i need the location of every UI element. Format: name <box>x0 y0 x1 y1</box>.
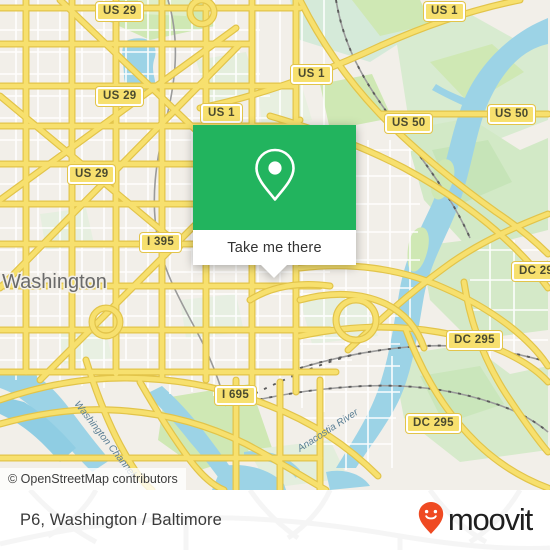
footer-bar: P6, Washington / Baltimore moovit <box>0 490 550 550</box>
road-shield-label: DC 295 <box>519 265 550 277</box>
road-shield-label: DC 295 <box>454 334 495 346</box>
road-shield: US 29 <box>96 87 144 106</box>
map-pin-icon <box>253 147 297 208</box>
take-me-there-button[interactable]: Take me there <box>193 230 356 265</box>
page-title: P6, Washington / Baltimore <box>20 510 222 529</box>
road-shield: I 695 <box>215 386 257 405</box>
road-shield: DC 295 <box>447 331 502 350</box>
road-shield: DC 295 <box>512 262 550 281</box>
take-me-there-label: Take me there <box>227 239 322 256</box>
road-shield-label: I 395 <box>147 236 175 248</box>
road-shield: US 1 <box>424 2 465 21</box>
moovit-logo[interactable]: moovit <box>418 501 533 540</box>
road-shield: I 395 <box>140 233 182 252</box>
road-shield: DC 295 <box>406 414 461 433</box>
road-shield-label: I 695 <box>222 389 250 401</box>
road-shield: US 29 <box>68 165 116 184</box>
moovit-wordmark: moovit <box>447 502 533 537</box>
popup-pointer-tail <box>261 265 287 278</box>
road-shield-label: DC 295 <box>413 417 454 429</box>
city-label-washington: Washington <box>2 271 107 293</box>
osm-attribution-text: © OpenStreetMap contributors <box>8 472 178 486</box>
road-shield-label: US 29 <box>103 5 137 17</box>
road-shield-label: US 1 <box>431 5 458 17</box>
road-shield-label: US 50 <box>495 108 529 120</box>
road-shield: US 1 <box>291 65 332 84</box>
road-shield: US 1 <box>201 104 242 123</box>
road-shield: US 50 <box>385 114 433 133</box>
moovit-pin-smile-icon <box>418 501 444 540</box>
moovit-station-map-page: Washington Channel Anacostia River Washi… <box>0 0 550 550</box>
road-shield-label: US 50 <box>392 117 426 129</box>
osm-attribution[interactable]: © OpenStreetMap contributors <box>0 468 186 490</box>
road-shield-label: US 29 <box>75 168 109 180</box>
station-popup-card[interactable]: Take me there <box>193 125 356 278</box>
road-shield-label: US 1 <box>298 68 325 80</box>
popup-pin-area <box>193 125 356 230</box>
road-shield: US 50 <box>488 105 536 124</box>
road-shield-label: US 29 <box>103 90 137 102</box>
road-shield: US 29 <box>96 2 144 21</box>
road-shield-label: US 1 <box>208 107 235 119</box>
